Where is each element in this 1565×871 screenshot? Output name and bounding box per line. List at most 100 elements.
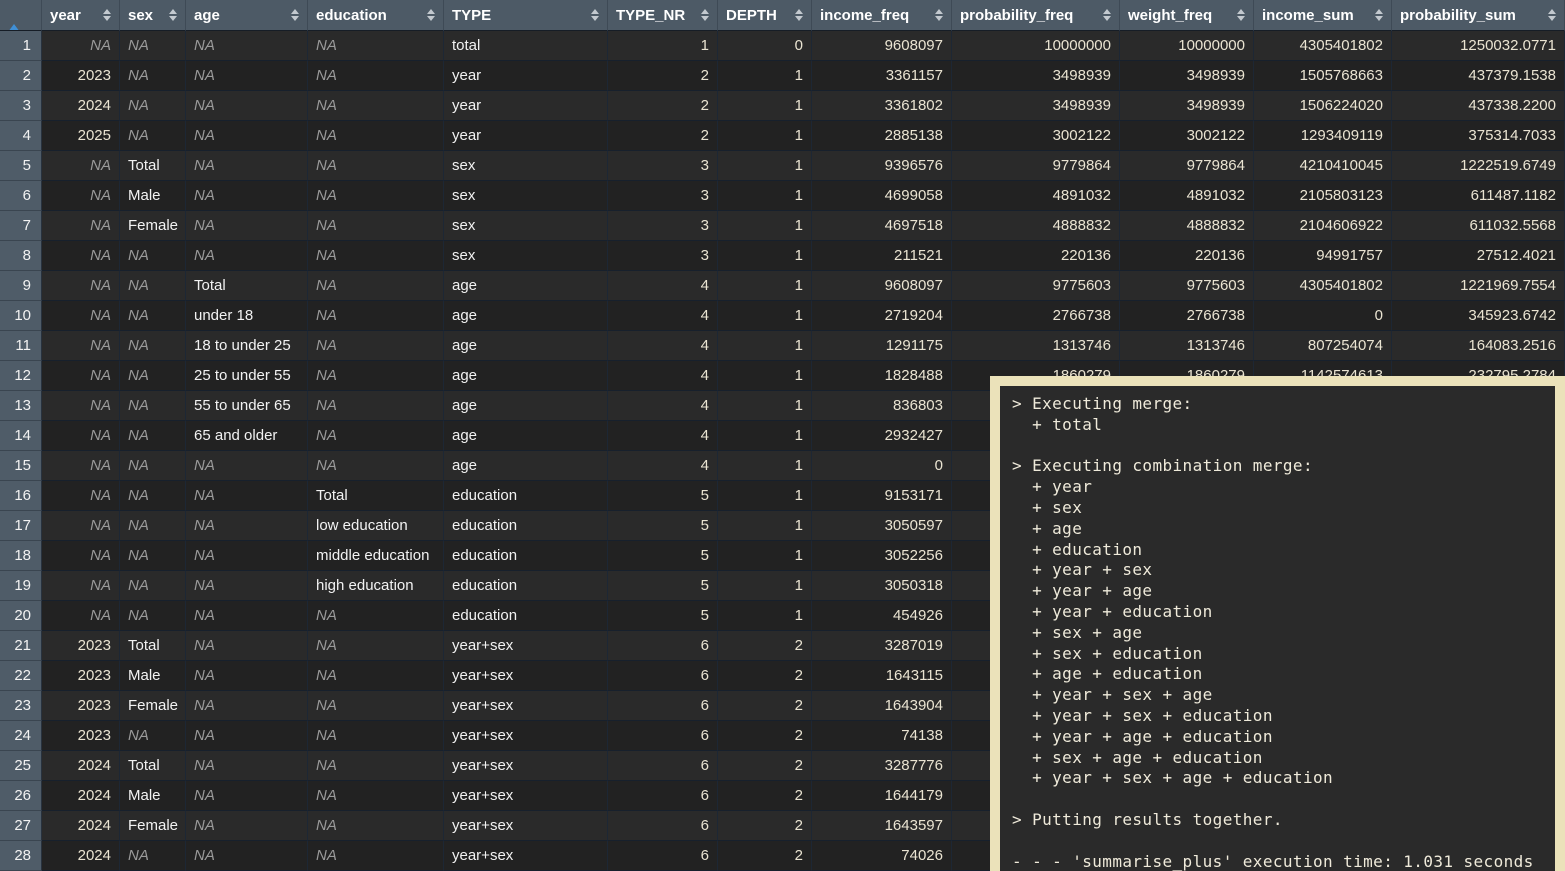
cell-sex: NA <box>120 331 186 361</box>
cell-DEPTH: 2 <box>718 721 812 751</box>
cell-year: 2024 <box>42 781 120 811</box>
cell-probability_sum: 27512.4021 <box>1392 241 1565 271</box>
column-header-TYPE[interactable]: TYPE <box>444 0 608 31</box>
row-number: 13 <box>0 391 42 421</box>
cell-sex: Total <box>120 151 186 181</box>
cell-TYPE_NR: 6 <box>608 721 718 751</box>
cell-TYPE: sex <box>444 241 608 271</box>
column-header-sex[interactable]: sex <box>120 0 186 31</box>
cell-year: NA <box>42 421 120 451</box>
cell-DEPTH: 1 <box>718 151 812 181</box>
cell-probability_freq: 1313746 <box>952 331 1120 361</box>
cell-age: NA <box>186 451 308 481</box>
cell-education: NA <box>308 631 444 661</box>
cell-DEPTH: 1 <box>718 331 812 361</box>
cell-year: 2025 <box>42 121 120 151</box>
cell-TYPE: year <box>444 91 608 121</box>
cell-DEPTH: 1 <box>718 421 812 451</box>
cell-year: NA <box>42 451 120 481</box>
table-row: 32024NANANAyear2133618023498939349893915… <box>0 91 1565 121</box>
cell-DEPTH: 2 <box>718 691 812 721</box>
table-row: 42025NANANAyear2128851383002122300212212… <box>0 121 1565 151</box>
cell-year: NA <box>42 241 120 271</box>
cell-TYPE_NR: 6 <box>608 811 718 841</box>
cell-TYPE: education <box>444 601 608 631</box>
cell-year: NA <box>42 391 120 421</box>
cell-income_freq: 9396576 <box>812 151 952 181</box>
cell-TYPE_NR: 1 <box>608 31 718 61</box>
cell-age: NA <box>186 61 308 91</box>
cell-probability_freq: 3498939 <box>952 61 1120 91</box>
cell-sex: NA <box>120 511 186 541</box>
cell-education: NA <box>308 181 444 211</box>
cell-income_freq: 4699058 <box>812 181 952 211</box>
cell-year: 2023 <box>42 661 120 691</box>
cell-age: Total <box>186 271 308 301</box>
cell-income_freq: 2885138 <box>812 121 952 151</box>
cell-probability_sum: 437338.2200 <box>1392 91 1565 121</box>
column-header-DEPTH[interactable]: DEPTH <box>718 0 812 31</box>
cell-sex: NA <box>120 121 186 151</box>
sort-icon <box>935 9 943 21</box>
cell-income_freq: 836803 <box>812 391 952 421</box>
column-header-education[interactable]: education <box>308 0 444 31</box>
column-header-income_freq[interactable]: income_freq <box>812 0 952 31</box>
cell-probability_freq: 4888832 <box>952 211 1120 241</box>
cell-DEPTH: 1 <box>718 181 812 211</box>
column-header-age[interactable]: age <box>186 0 308 31</box>
cell-DEPTH: 1 <box>718 511 812 541</box>
cell-income_freq: 9608097 <box>812 31 952 61</box>
column-header-probability_freq[interactable]: probability_freq <box>952 0 1120 31</box>
cell-TYPE: year+sex <box>444 781 608 811</box>
cell-year: NA <box>42 211 120 241</box>
cell-income_freq: 3050318 <box>812 571 952 601</box>
cell-DEPTH: 1 <box>718 91 812 121</box>
cell-age: NA <box>186 511 308 541</box>
cell-DEPTH: 1 <box>718 571 812 601</box>
cell-income_sum: 4305401802 <box>1254 271 1392 301</box>
cell-weight_freq: 3498939 <box>1120 61 1254 91</box>
cell-year: 2024 <box>42 811 120 841</box>
column-label: weight_freq <box>1128 7 1212 24</box>
column-header-income_sum[interactable]: income_sum <box>1254 0 1392 31</box>
cell-probability_freq: 9779864 <box>952 151 1120 181</box>
cell-age: NA <box>186 601 308 631</box>
cell-DEPTH: 1 <box>718 601 812 631</box>
cell-education: NA <box>308 781 444 811</box>
cell-DEPTH: 2 <box>718 811 812 841</box>
cell-age: NA <box>186 781 308 811</box>
cell-education: NA <box>308 661 444 691</box>
cell-TYPE: sex <box>444 151 608 181</box>
cell-sex: NA <box>120 31 186 61</box>
table-row: 6NAMaleNANAsex31469905848910324891032210… <box>0 181 1565 211</box>
console-output: > Executing merge: + total > Executing c… <box>1012 394 1551 871</box>
sort-icon <box>427 9 435 21</box>
cell-sex: NA <box>120 421 186 451</box>
cell-weight_freq: 4891032 <box>1120 181 1254 211</box>
cell-year: NA <box>42 271 120 301</box>
cell-year: NA <box>42 181 120 211</box>
cell-TYPE_NR: 5 <box>608 511 718 541</box>
column-header-TYPE_NR[interactable]: TYPE_NR <box>608 0 718 31</box>
cell-education: NA <box>308 211 444 241</box>
column-label: education <box>316 7 387 24</box>
row-number: 17 <box>0 511 42 541</box>
column-header-weight_freq[interactable]: weight_freq <box>1120 0 1254 31</box>
cell-income_sum: 1506224020 <box>1254 91 1392 121</box>
cell-sex: NA <box>120 541 186 571</box>
cell-TYPE_NR: 4 <box>608 421 718 451</box>
cell-TYPE: year+sex <box>444 631 608 661</box>
column-header-probability_sum[interactable]: probability_sum <box>1392 0 1565 31</box>
corner-header[interactable] <box>0 0 42 31</box>
cell-income_freq: 2932427 <box>812 421 952 451</box>
cell-education: NA <box>308 331 444 361</box>
row-number: 11 <box>0 331 42 361</box>
cell-DEPTH: 1 <box>718 541 812 571</box>
cell-TYPE: age <box>444 421 608 451</box>
cell-TYPE: year+sex <box>444 751 608 781</box>
cell-sex: NA <box>120 721 186 751</box>
column-header-year[interactable]: year <box>42 0 120 31</box>
cell-TYPE: year+sex <box>444 661 608 691</box>
row-number: 25 <box>0 751 42 781</box>
cell-TYPE_NR: 2 <box>608 91 718 121</box>
